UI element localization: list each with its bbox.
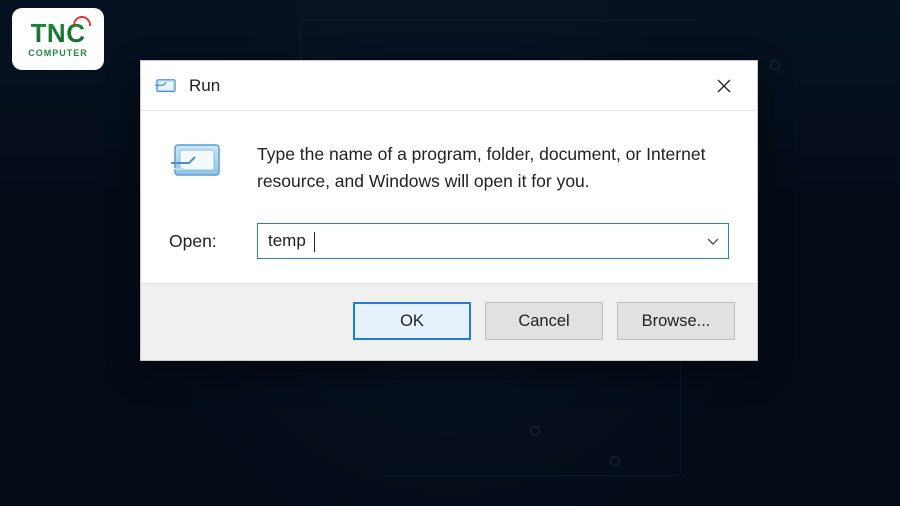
button-row: OK Cancel Browse... (141, 283, 757, 360)
run-large-icon (169, 139, 223, 183)
close-icon (716, 78, 732, 94)
logo-sub-text: COMPUTER (28, 48, 88, 58)
titlebar[interactable]: Run (141, 61, 757, 111)
open-combobox[interactable] (257, 223, 729, 259)
cancel-button[interactable]: Cancel (485, 302, 603, 340)
dialog-description: Type the name of a program, folder, docu… (257, 139, 729, 195)
open-input[interactable] (258, 224, 728, 258)
run-dialog: Run Type the name of a program (140, 60, 758, 361)
logo-brand-text: TNC (31, 20, 86, 46)
browse-button[interactable]: Browse... (617, 302, 735, 340)
open-label: Open: (169, 231, 241, 252)
ok-button[interactable]: OK (353, 302, 471, 340)
run-app-icon (155, 76, 177, 96)
close-button[interactable] (699, 62, 749, 110)
text-cursor (314, 232, 315, 252)
dialog-content: Type the name of a program, folder, docu… (141, 111, 757, 283)
tnc-logo: TNC COMPUTER (12, 8, 104, 70)
dialog-title: Run (189, 76, 699, 96)
